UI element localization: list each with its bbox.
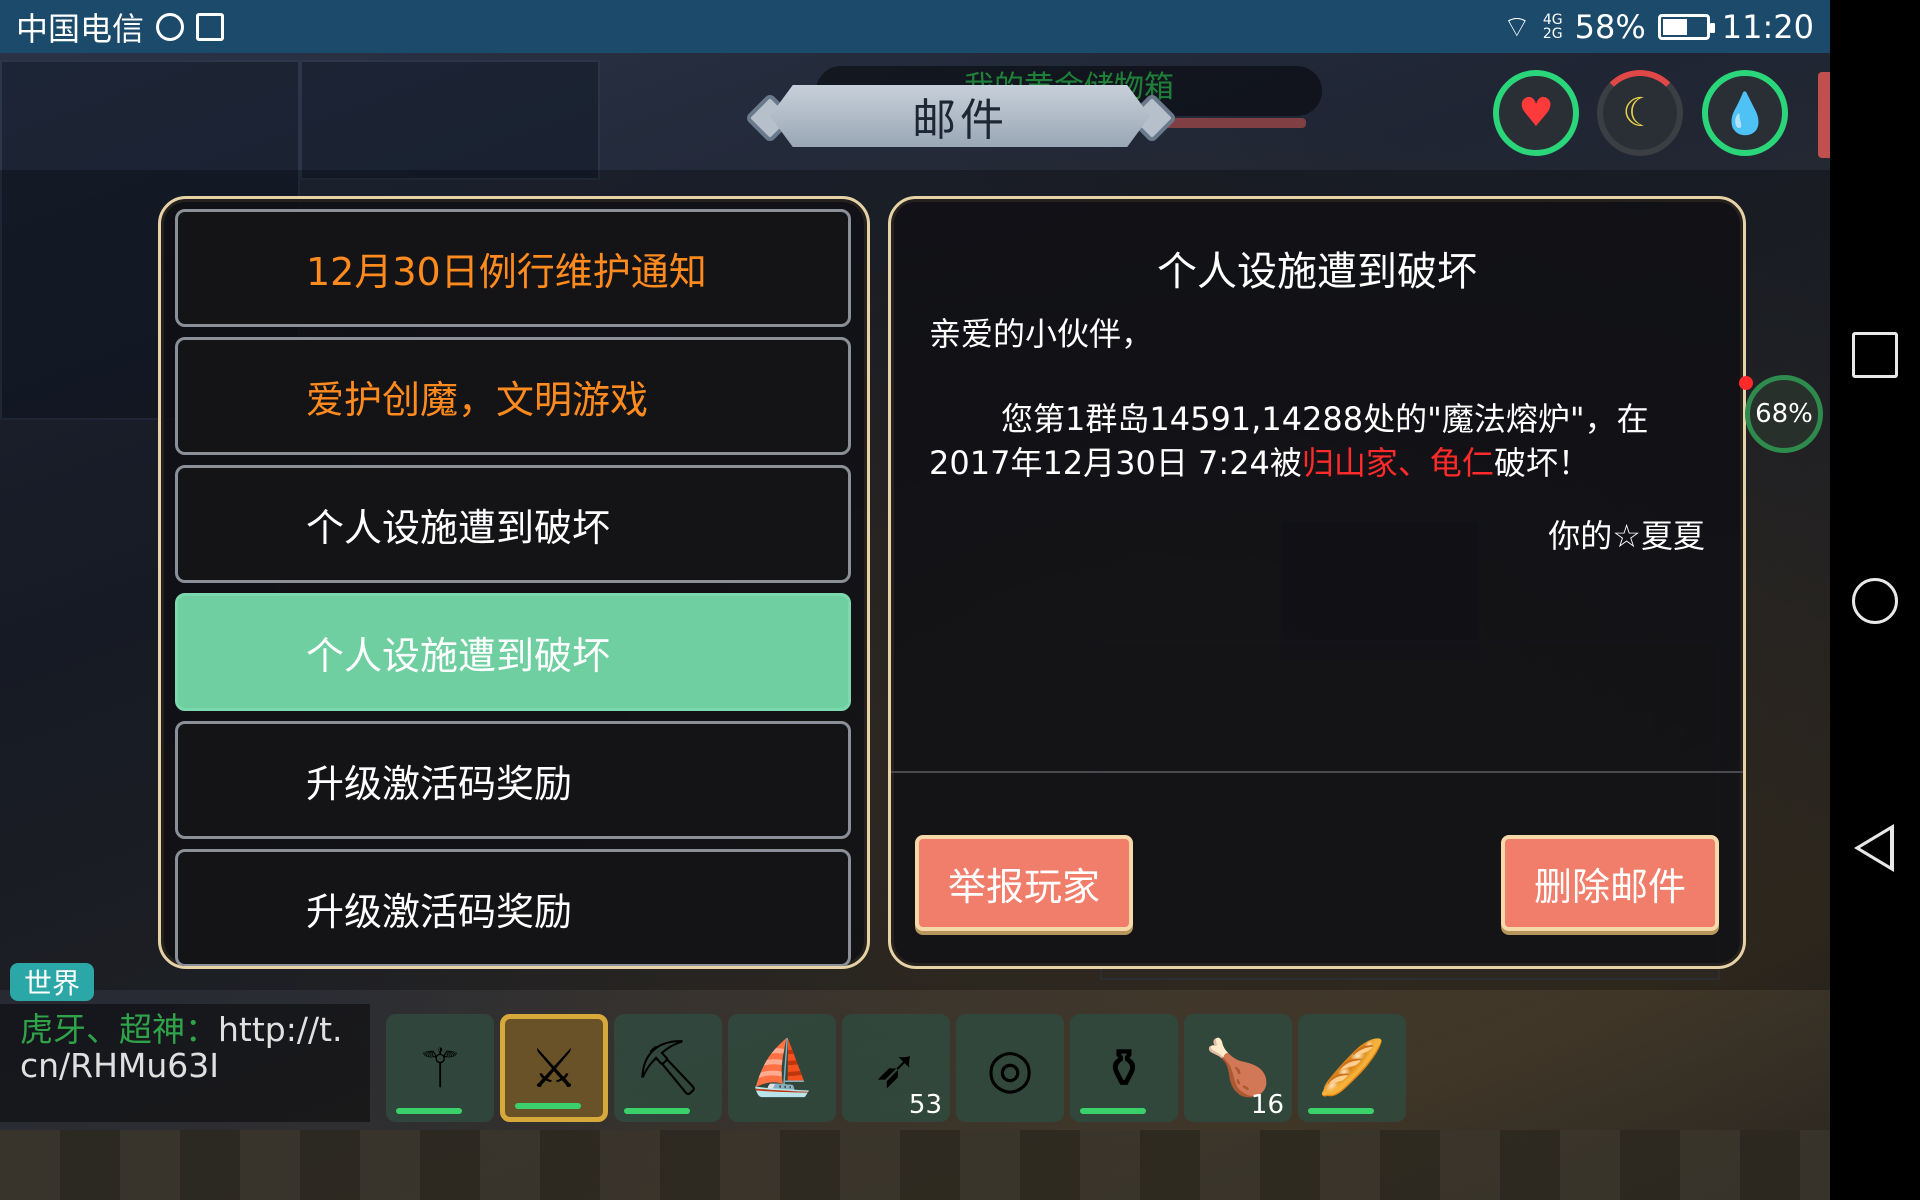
battery-percent: 58% — [1574, 7, 1646, 46]
mail-item-title: 个人设施遭到破坏 — [306, 505, 611, 550]
hotbar-slot[interactable]: 🍗 16 — [1184, 1014, 1292, 1122]
hotbar-slot[interactable]: ⛏ — [614, 1014, 722, 1122]
mail-detail-panel: 个人设施遭到破坏 亲爱的小伙伴， 您第1群岛14591,14288处的"魔法熔炉… — [888, 196, 1746, 969]
network-icon: 4G 2G — [1543, 13, 1563, 41]
mail-greeting: 亲爱的小伙伴， — [929, 315, 1154, 353]
chat-sender: 虎牙、超神： — [20, 1010, 218, 1049]
progress-indicator: 68% — [1745, 375, 1823, 453]
shield-disc-icon: ◎ — [986, 1036, 1034, 1100]
mail-signature: 你的☆夏夏 — [1548, 517, 1705, 555]
pickaxe-icon: ⛏ — [633, 1036, 703, 1099]
battery-icon — [1657, 13, 1715, 40]
hotbar-slot[interactable]: ◎ — [956, 1014, 1064, 1122]
battery-fill — [1662, 18, 1688, 35]
home-button[interactable] — [1852, 578, 1898, 624]
banana-icon: ☾ — [1622, 90, 1658, 136]
mail-item-title: 升级激活码奖励 — [306, 761, 573, 806]
mail-item-title: 12月30日例行维护通知 — [306, 249, 707, 294]
hotbar-slot[interactable]: ⚚ — [386, 1014, 494, 1122]
hunger-indicator[interactable]: ☾ — [1597, 70, 1683, 156]
water-drop-icon: 💧 — [1720, 90, 1770, 137]
system-nav-bar — [1830, 0, 1920, 1200]
mail-list-item[interactable]: 爱护创魔，文明游戏 — [175, 337, 851, 455]
mail-list-item[interactable]: 升级激活码奖励 — [175, 849, 851, 966]
back-button[interactable] — [1854, 824, 1894, 872]
hotbar-slot[interactable]: ➶ 53 — [842, 1014, 950, 1122]
club-icon: 🥖 — [1318, 1036, 1386, 1099]
delete-mail-button[interactable]: 删除邮件 — [1501, 835, 1719, 931]
durability-bar — [1308, 1108, 1374, 1114]
scene-wall — [300, 60, 600, 180]
mail-list-item[interactable]: 个人设施遭到破坏 — [175, 593, 851, 711]
hotbar-slot[interactable]: 🥖 — [1298, 1014, 1406, 1122]
staff-icon: ⚚ — [415, 1036, 465, 1100]
mail-item-title: 爱护创魔，文明游戏 — [306, 377, 649, 422]
durability-bar — [624, 1108, 690, 1114]
item-count: 16 — [1250, 1090, 1284, 1120]
hotbar-slot[interactable]: ⚔ — [500, 1014, 608, 1122]
mail-body-culprits: 归山家、龟仁 — [1301, 444, 1494, 482]
image-icon — [196, 12, 225, 41]
mail-list-item[interactable]: 个人设施遭到破坏 — [175, 465, 851, 583]
divider — [891, 771, 1743, 773]
chat-channel-tab[interactable]: 世界 — [10, 963, 94, 1001]
report-player-button[interactable]: 举报玩家 — [915, 835, 1133, 931]
recents-button[interactable] — [1852, 332, 1898, 378]
scene-floor — [0, 1130, 1830, 1200]
heart-icon: ♥ — [1518, 90, 1554, 136]
plus-circle-icon — [156, 12, 185, 41]
page-title: 邮件 — [912, 95, 1008, 146]
mail-list-item[interactable]: 升级激活码奖励 — [175, 721, 851, 839]
hotbar: ⚚ ⚔ ⛏ ⛵ ➶ 53 ◎ ⚱ 🍗 16 🥖 — [386, 1014, 1406, 1124]
flask-icon: ⚱ — [1101, 1036, 1147, 1100]
durability-bar — [1080, 1108, 1146, 1114]
wifi-icon: ⌔ — [1502, 9, 1531, 45]
notification-dot — [1739, 376, 1753, 390]
crystal-sword-icon: ⚔ — [529, 1036, 579, 1100]
page-title-banner: 邮件 — [770, 85, 1150, 147]
item-count: 53 — [908, 1090, 942, 1120]
mail-item-title: 升级激活码奖励 — [306, 889, 573, 934]
mail-list-panel[interactable]: 12月30日例行维护通知 爱护创魔，文明游戏 个人设施遭到破坏 个人设施遭到破坏… — [158, 196, 870, 969]
health-indicator[interactable]: ♥ — [1493, 70, 1579, 156]
hotbar-slot[interactable]: ⚱ — [1070, 1014, 1178, 1122]
mail-body-text-end: 破坏！ — [1493, 444, 1590, 482]
mail-list-item[interactable]: 12月30日例行维护通知 — [175, 209, 851, 327]
hotbar-slot[interactable]: ⛵ — [728, 1014, 836, 1122]
network-2g: 2G — [1542, 25, 1563, 42]
side-tab[interactable] — [1818, 72, 1830, 158]
chat-box[interactable]: 虎牙、超神：http://t.cn/RHMu63I — [0, 1004, 370, 1122]
carrier-name: 中国电信 — [16, 9, 145, 48]
mail-body: 您第1群岛14591,14288处的"魔法熔炉"，在2017年12月30日 7:… — [929, 397, 1709, 485]
boat-icon: ⛵ — [748, 1036, 816, 1099]
status-bar: 中国电信 ⌔ 4G 2G 58% 11:20 — [0, 0, 1830, 53]
durability-bar — [396, 1108, 462, 1114]
mail-subject: 个人设施遭到破坏 — [1157, 249, 1477, 295]
mail-item-title: 个人设施遭到破坏 — [306, 633, 611, 678]
clock: 11:20 — [1721, 7, 1814, 46]
durability-bar — [515, 1103, 581, 1109]
thirst-indicator[interactable]: 💧 — [1702, 70, 1788, 156]
